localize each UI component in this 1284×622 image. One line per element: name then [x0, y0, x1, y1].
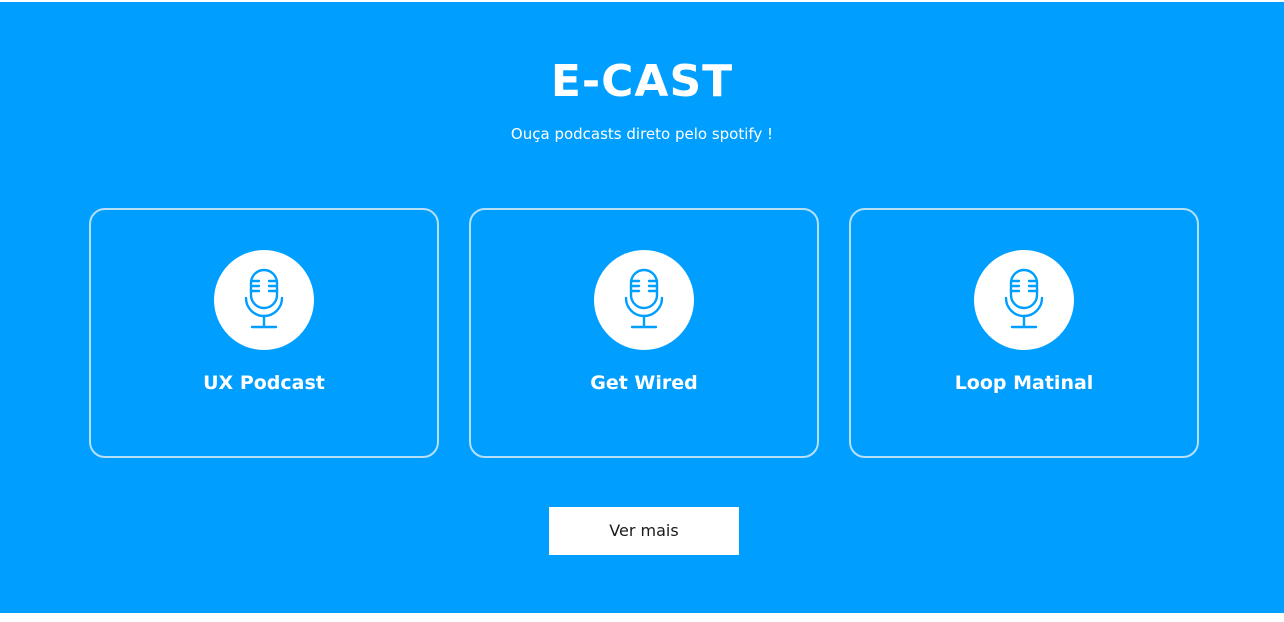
- podcast-card-label: Loop Matinal: [954, 372, 1094, 394]
- page-subtitle: Ouça podcasts direto pelo spotify !: [510, 125, 774, 143]
- microphone-icon: [214, 250, 314, 350]
- microphone-icon: [974, 250, 1074, 350]
- podcast-card-ux-podcast[interactable]: UX Podcast: [89, 208, 439, 458]
- page-title: E-CAST: [550, 56, 734, 107]
- podcast-card-label: Get Wired: [590, 372, 698, 394]
- podcast-card-get-wired[interactable]: Get Wired: [469, 208, 819, 458]
- see-more-button[interactable]: Ver mais: [549, 507, 739, 555]
- podcast-card-loop-matinal[interactable]: Loop Matinal: [849, 208, 1199, 458]
- podcast-card-label: UX Podcast: [203, 372, 325, 394]
- podcast-section: E-CAST Ouça podcasts direto pelo spotify…: [0, 2, 1284, 613]
- microphone-icon: [594, 250, 694, 350]
